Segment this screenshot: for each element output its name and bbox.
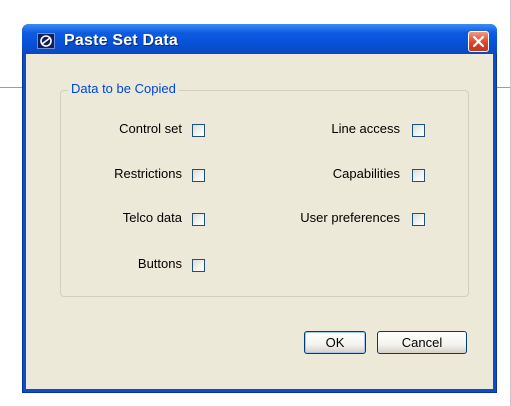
telco-data-label: Telco data <box>122 210 182 225</box>
close-button[interactable] <box>468 31 489 52</box>
background-divider-left <box>0 87 22 88</box>
restrictions-label: Restrictions <box>114 166 182 181</box>
buttons-checkbox[interactable] <box>192 259 205 272</box>
group-legend: Data to be Copied <box>68 81 179 96</box>
background-divider-right <box>497 87 511 88</box>
buttons-label: Buttons <box>137 256 182 271</box>
control-set-label: Control set <box>119 121 182 136</box>
capabilities-label: Capabilities <box>332 166 400 181</box>
restrictions-checkbox[interactable] <box>192 169 205 182</box>
dialog-title: Paste Set Data <box>64 32 178 49</box>
user-preferences-checkbox[interactable] <box>412 213 425 226</box>
ok-button[interactable]: OK <box>304 331 366 354</box>
telco-data-checkbox[interactable] <box>192 213 205 226</box>
capabilities-checkbox[interactable] <box>412 169 425 182</box>
cancel-button[interactable]: Cancel <box>377 331 467 354</box>
line-access-checkbox[interactable] <box>412 124 425 137</box>
close-icon <box>472 35 485 48</box>
user-preferences-label: User preferences <box>300 210 400 225</box>
title-bar[interactable]: Paste Set Data <box>22 24 497 54</box>
line-access-label: Line access <box>331 121 400 136</box>
app-icon <box>37 33 55 49</box>
control-set-checkbox[interactable] <box>192 124 205 137</box>
